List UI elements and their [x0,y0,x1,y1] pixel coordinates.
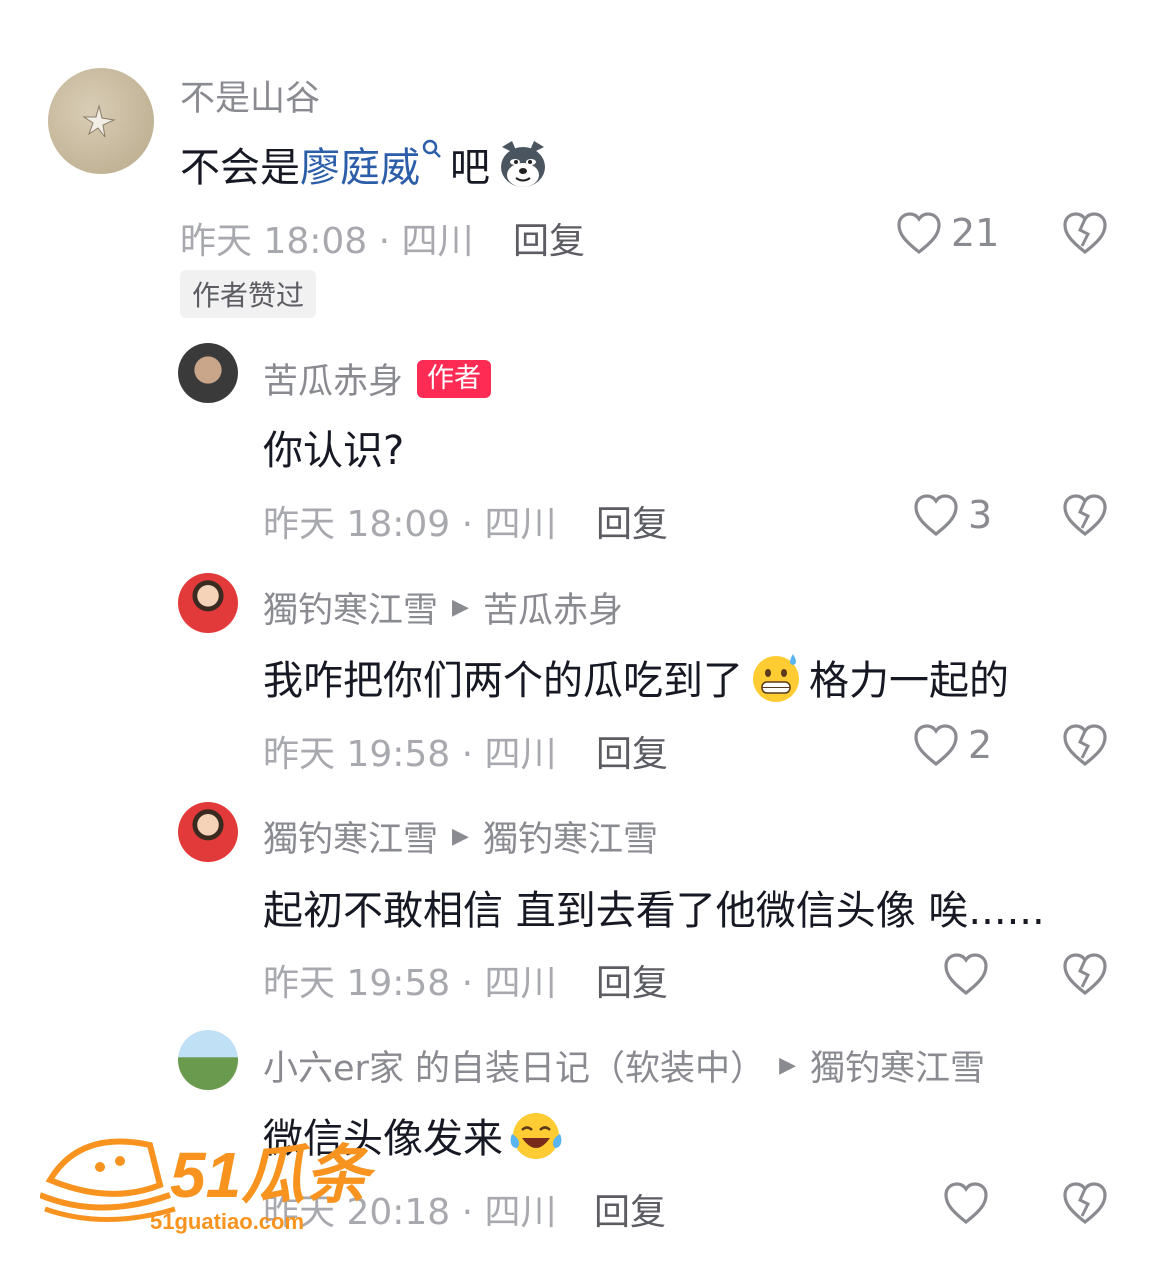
bottom-edge [0,1265,1159,1280]
comment-meta: 昨天 19:58 · 四川 [263,734,557,775]
dislike-button[interactable] [1061,722,1109,772]
reply-arrow-icon: ▶ [452,595,469,620]
username[interactable]: 獨钓寒江雪 ▶ 獨钓寒江雪 [263,811,658,862]
comment-meta: 昨天 18:08 · 四川 [180,221,474,262]
watermark-icon: 51瓜条 51guatiao.com [38,1138,376,1234]
user-avatar[interactable] [178,343,238,403]
username[interactable]: 小六er家 的自装日记（软装中） ▶ 獨钓寒江雪 [263,1040,985,1091]
comment-meta: 昨天 18:09 · 四川 [263,504,557,545]
username[interactable]: 苦瓜赤身 作者 [263,353,492,404]
heart-icon [944,1182,988,1225]
watermark-url: 51guatiao.com [150,1209,304,1234]
dog-emoji-icon [501,141,545,187]
starfish-icon [82,104,116,138]
comment-text: 你认识? [263,428,405,474]
broken-heart-icon [1063,724,1107,767]
heart-icon [914,494,958,537]
heart-icon [914,724,958,767]
user-avatar[interactable] [48,68,154,174]
laughing-crying-emoji-icon [510,1113,562,1159]
heart-icon [897,212,941,255]
reply-arrow-icon: ▶ [779,1053,796,1078]
dislike-button[interactable] [1061,951,1109,1001]
comment-text: 不会是 廖庭威 吧 [180,135,556,193]
heart-icon [944,953,988,996]
user-avatar[interactable] [178,573,238,633]
like-button[interactable] [942,951,990,997]
like-button[interactable]: 2 [912,722,992,768]
reply-button[interactable]: 回复 [596,725,668,777]
search-icon[interactable] [420,137,444,167]
reply-button[interactable]: 回复 [594,1183,666,1235]
username[interactable]: 不是山谷 [180,70,320,121]
like-button[interactable]: 3 [912,492,992,538]
user-avatar[interactable] [178,802,238,862]
like-button[interactable] [942,1180,990,1226]
comment-meta: 昨天 19:58 · 四川 [263,963,557,1004]
author-tag: 作者 [417,359,492,398]
watermark-brand: 51瓜条 [170,1139,376,1211]
dislike-button[interactable] [1061,1180,1109,1230]
username[interactable]: 獨钓寒江雪 ▶ 苦瓜赤身 [263,582,623,633]
user-avatar[interactable] [178,1030,238,1090]
broken-heart-icon [1063,494,1107,537]
comment-text: 起初不敢相信 直到去看了他微信头像 唉...... [263,888,1045,934]
search-link[interactable]: 廖庭威 [300,135,420,193]
like-count: 21 [951,211,1000,255]
broken-heart-icon [1063,1182,1107,1225]
dislike-button[interactable] [1061,492,1109,542]
reply-arrow-icon: ▶ [452,824,469,849]
dislike-button[interactable] [1061,210,1109,260]
reply-button[interactable]: 回复 [513,212,585,264]
like-button[interactable]: 21 [895,210,999,256]
comment-text: 我咋把你们两个的瓜吃到了 格力一起的 [263,648,1009,706]
broken-heart-icon [1063,953,1107,996]
reply-button[interactable]: 回复 [596,954,668,1006]
grimace-sweat-emoji-icon [753,654,799,702]
broken-heart-icon [1063,212,1107,255]
author-liked-badge: 作者赞过 [180,270,317,318]
watermark-logo: 51瓜条 51guatiao.com [38,1125,400,1235]
reply-button[interactable]: 回复 [596,495,668,547]
like-count: 2 [968,723,993,767]
like-count: 3 [968,493,993,537]
